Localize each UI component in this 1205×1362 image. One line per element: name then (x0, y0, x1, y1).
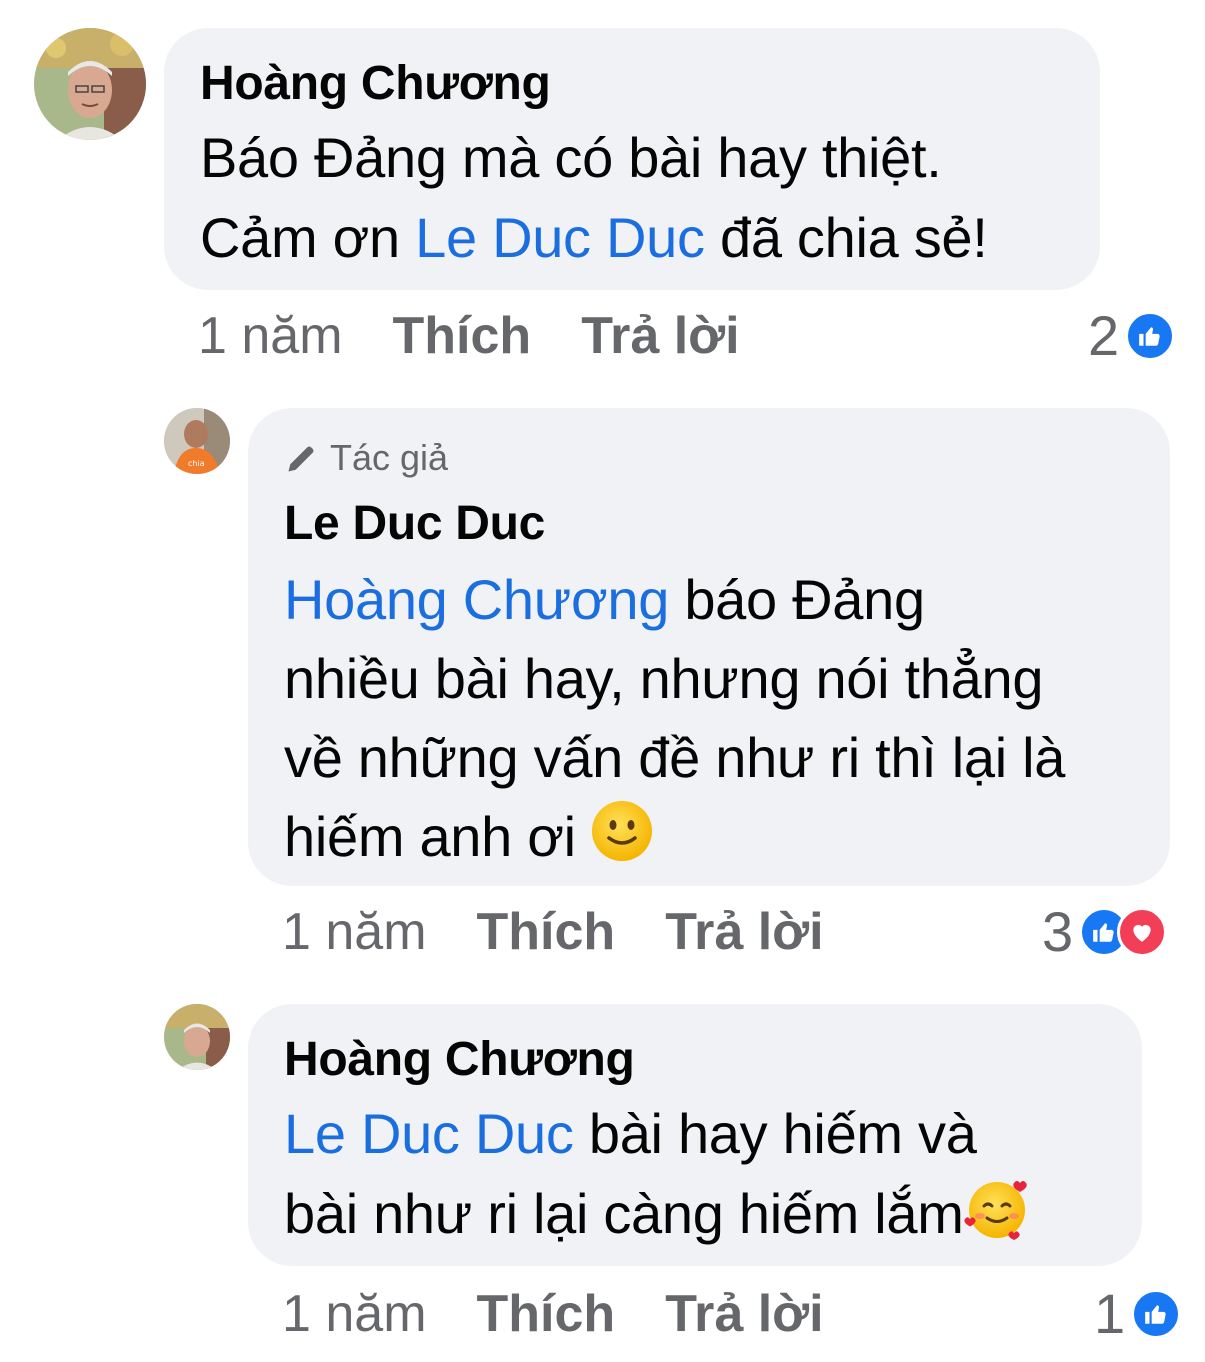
like-button[interactable]: Thích (477, 902, 616, 962)
love-icon (1117, 907, 1168, 957)
comment-author[interactable]: Hoàng Chương (284, 1030, 1106, 1090)
avatar-hoang-chuong[interactable] (34, 28, 146, 140)
comment-text-line: bài như ri lại càng hiếm lắm (284, 1174, 1106, 1262)
mention-link[interactable]: Le Duc Duc (415, 206, 705, 269)
comment-text-line: Hoàng Chương báo Đảng (284, 560, 1134, 639)
reply-button[interactable]: Trả lời (581, 306, 739, 366)
slightly-smiling-face-emoji (591, 800, 653, 882)
reaction-count: 1 (1094, 1282, 1126, 1345)
comment-text-fragment: bài hay hiếm và (573, 1102, 977, 1165)
comment-actions: 1 năm Thích Trả lời (282, 902, 874, 962)
comment-text: Hoàng Chương báo Đảng nhiều bài hay, như… (284, 560, 1134, 882)
like-button[interactable]: Thích (477, 1284, 616, 1344)
reaction-summary[interactable]: 3 (1042, 900, 1168, 963)
comment-text-line: Le Duc Duc bài hay hiếm và (284, 1094, 1106, 1174)
like-icon (1131, 1289, 1182, 1339)
pencil-icon (288, 446, 314, 472)
mention-link[interactable]: Le Duc Duc (284, 1102, 574, 1165)
timestamp[interactable]: 1 năm (282, 1284, 427, 1344)
comment-bubble-2: Tác giả Le Duc Duc Hoàng Chương báo Đảng… (248, 408, 1170, 886)
comment-actions: 1 năm Thích Trả lời (198, 306, 790, 366)
comment-text-fragment: hiếm anh ơi (284, 805, 592, 868)
author-badge-label: Tác giả (330, 437, 449, 478)
reaction-count: 3 (1042, 900, 1074, 963)
like-button[interactable]: Thích (393, 306, 532, 366)
comment-text: Le Duc Duc bài hay hiếm và bài như ri lạ… (284, 1094, 1106, 1262)
comment-bubble-1: Hoàng Chương Báo Đảng mà có bài hay thiệ… (164, 28, 1100, 290)
comment-text-line: Cảm ơn Le Duc Duc đã chia sẻ! (200, 198, 1064, 278)
mention-link[interactable]: Hoàng Chương (284, 568, 669, 631)
author-badge: Tác giả (284, 434, 1134, 482)
reaction-summary[interactable]: 1 (1094, 1282, 1182, 1345)
comment-text-fragment: đã chia sẻ! (704, 206, 988, 269)
timestamp[interactable]: 1 năm (198, 306, 343, 366)
avatar-hoang-chuong[interactable] (164, 1004, 230, 1070)
comment-text-line: Báo Đảng mà có bài hay thiệt. (200, 126, 942, 189)
like-icon (1125, 311, 1176, 361)
comment-bubble-3: Hoàng Chương Le Duc Duc bài hay hiếm và … (248, 1004, 1142, 1266)
reply-button[interactable]: Trả lời (665, 902, 823, 962)
avatar-le-duc-duc[interactable]: chia (164, 408, 230, 474)
comment-text-line: về những vấn đề như ri thì lại là (284, 726, 1066, 789)
reaction-summary[interactable]: 2 (1088, 304, 1176, 367)
comment-text-fragment: báo Đảng (669, 568, 925, 631)
comment-text-fragment: Cảm ơn (200, 206, 416, 269)
comment-text-line: hiếm anh ơi (284, 797, 1134, 882)
svg-text:chia: chia (188, 459, 205, 468)
reply-button[interactable]: Trả lời (665, 1284, 823, 1344)
comment-author[interactable]: Hoàng Chương (200, 54, 1064, 114)
comment-text-fragment: bài như ri lại càng hiếm lắm (284, 1182, 964, 1245)
reaction-count: 2 (1088, 304, 1120, 367)
comment-author[interactable]: Le Duc Duc (284, 494, 1134, 554)
comment-text: Báo Đảng mà có bài hay thiệt. Cảm ơn Le … (200, 118, 1064, 278)
comment-actions: 1 năm Thích Trả lời (282, 1284, 874, 1344)
timestamp[interactable]: 1 năm (282, 902, 427, 962)
smiling-face-with-hearts-emoji (964, 1175, 1030, 1262)
comment-text-line: nhiều bài hay, nhưng nói thẳng (284, 647, 1044, 710)
